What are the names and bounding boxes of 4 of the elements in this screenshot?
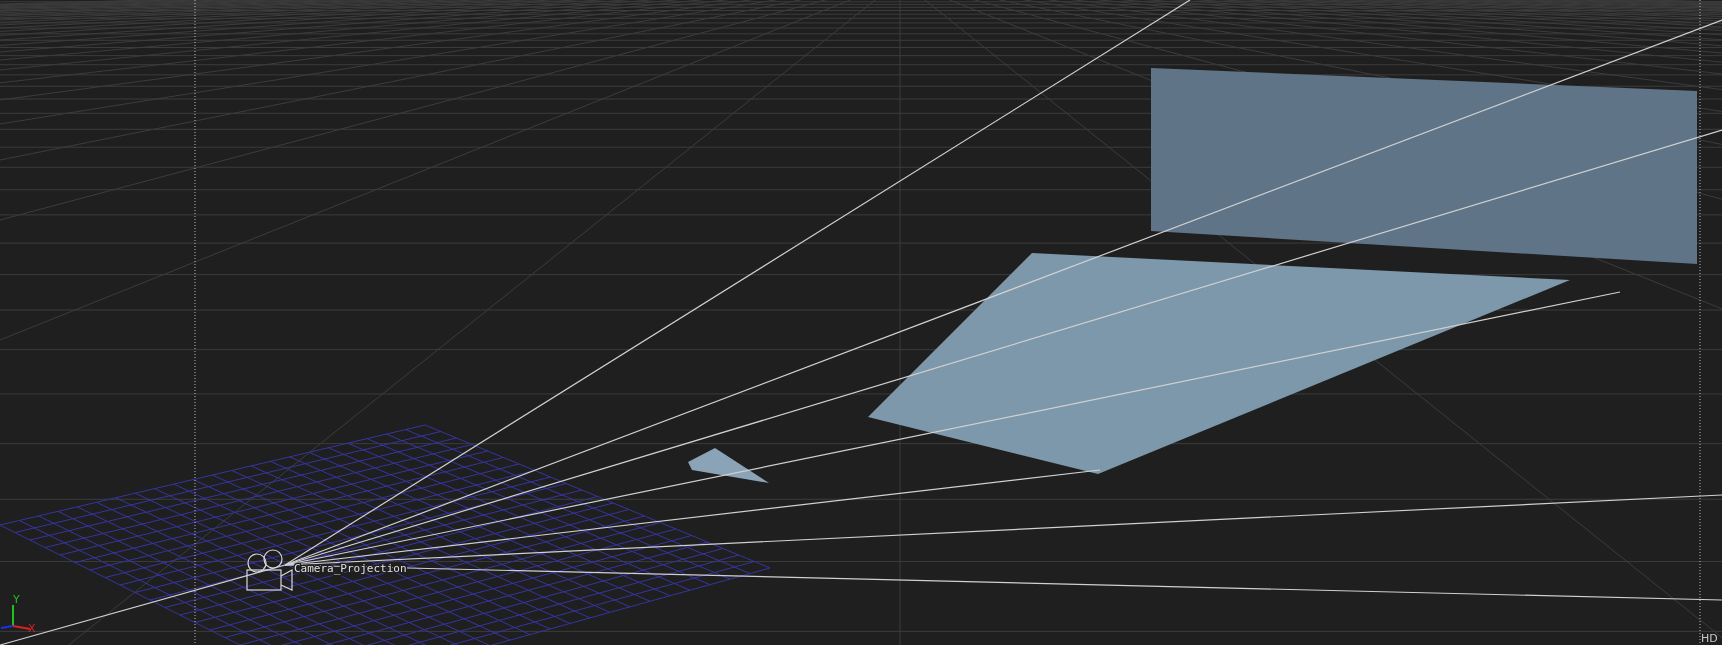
format-label: HD [1701,632,1718,645]
axis-label: Y [13,593,20,606]
camera-icon[interactable] [246,549,293,591]
axis-label: X [28,622,36,635]
